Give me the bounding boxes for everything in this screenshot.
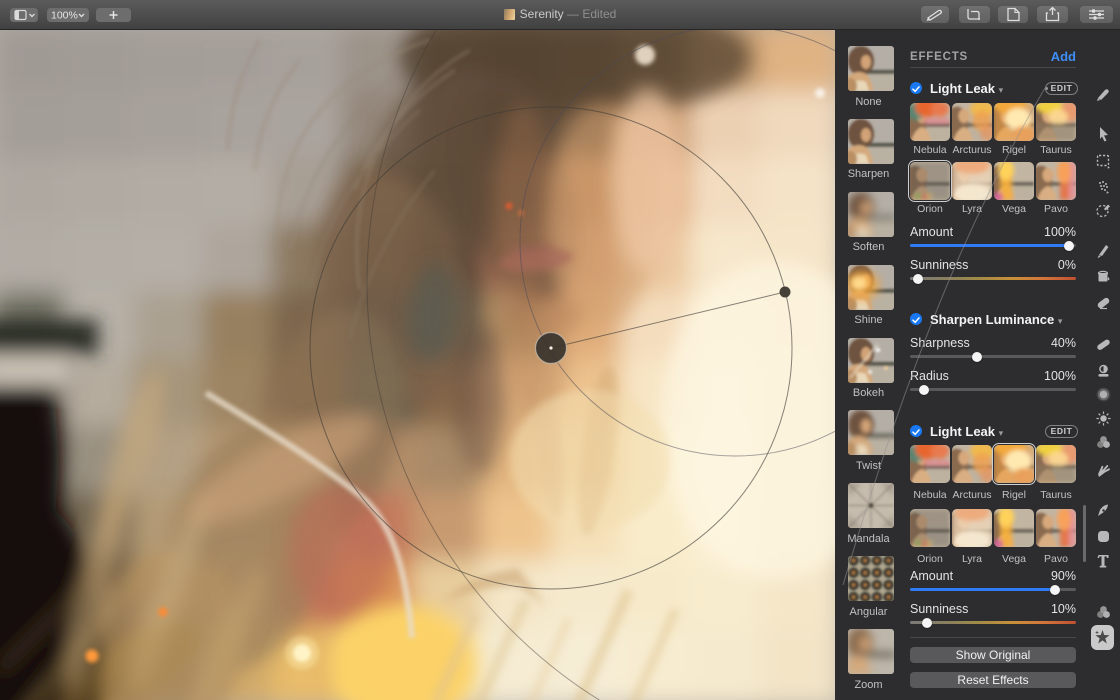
svg-text:100%: 100% <box>51 10 78 22</box>
